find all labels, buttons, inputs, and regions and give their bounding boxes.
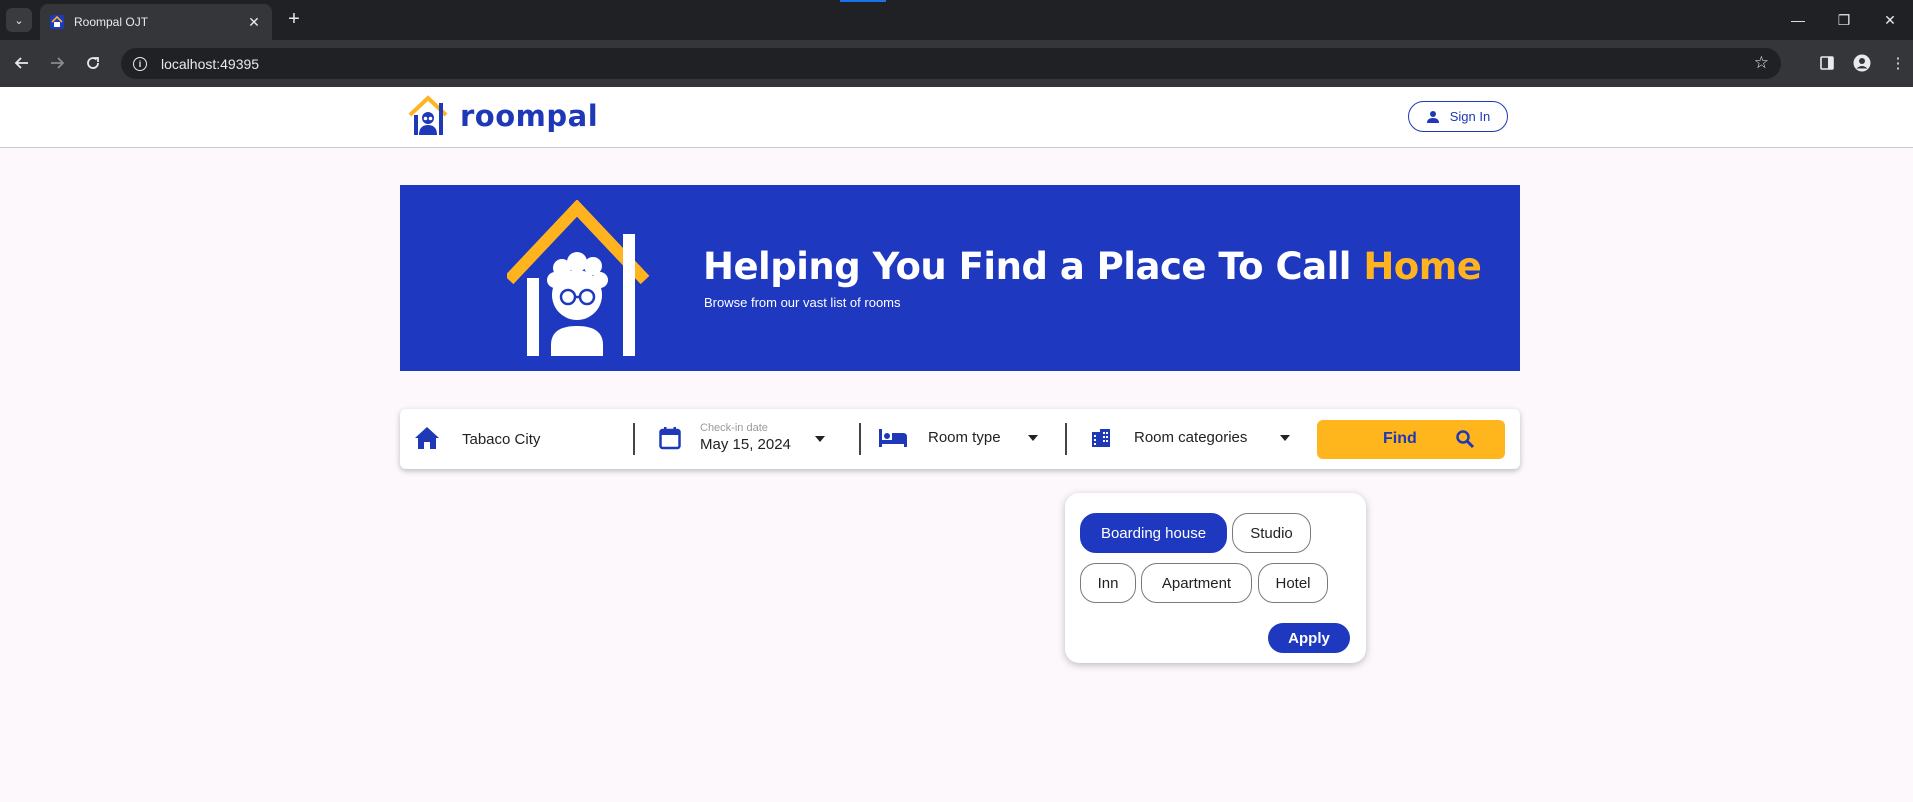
- sign-in-button[interactable]: Sign In: [1408, 101, 1508, 132]
- tab-search-button[interactable]: ⌄: [6, 8, 32, 32]
- address-bar[interactable]: i localhost:49395 ☆: [121, 48, 1781, 79]
- tab-close-icon[interactable]: ✕: [246, 14, 262, 31]
- category-chip-inn[interactable]: Inn: [1080, 563, 1136, 603]
- find-button[interactable]: Find: [1317, 420, 1505, 459]
- browser-tab[interactable]: Roompal OJT ✕: [40, 4, 272, 40]
- checkin-label: Check-in date: [700, 422, 768, 434]
- find-label: Find: [1383, 430, 1417, 447]
- search-divider: [1065, 423, 1067, 455]
- profile-icon[interactable]: [1850, 51, 1874, 75]
- search-divider: [859, 423, 861, 455]
- new-tab-button[interactable]: +: [282, 8, 306, 32]
- category-chip-boarding-house[interactable]: Boarding house: [1080, 513, 1227, 553]
- tab-strip-accent: [840, 0, 886, 2]
- room-categories-popup: Boarding house Studio Inn Apartment Hote…: [1065, 493, 1366, 663]
- side-panel-icon[interactable]: [1815, 51, 1839, 75]
- roompal-logo-icon: [408, 95, 448, 135]
- roompal-logo[interactable]: roompal: [408, 95, 598, 137]
- room-type-dropdown-caret[interactable]: [1028, 435, 1038, 441]
- restore-icon[interactable]: ❐: [1821, 0, 1867, 40]
- hero-subheading: Browse from our vast list of rooms: [704, 295, 901, 310]
- category-chip-studio[interactable]: Studio: [1232, 513, 1311, 553]
- minimize-icon[interactable]: —: [1775, 0, 1821, 40]
- hero-heading: Helping You Find a Place To Call Home: [703, 245, 1482, 288]
- site-header: roompal Sign In: [0, 87, 1913, 148]
- location-input[interactable]: Tabaco City: [462, 431, 540, 448]
- browser-menu-icon[interactable]: ⋮: [1886, 51, 1910, 75]
- room-categories-select[interactable]: Room categories: [1134, 429, 1247, 446]
- room-type-select[interactable]: Room type: [928, 429, 1001, 446]
- checkin-dropdown-caret[interactable]: [815, 436, 825, 442]
- back-icon[interactable]: [10, 51, 34, 75]
- category-chip-hotel[interactable]: Hotel: [1258, 563, 1328, 603]
- logo-text: roompal: [460, 99, 599, 133]
- hero-heading-main: Helping You Find a Place To Call: [703, 245, 1364, 288]
- apply-button[interactable]: Apply: [1268, 623, 1350, 653]
- tab-title: Roompal OJT: [74, 15, 149, 29]
- bed-icon: [879, 429, 907, 447]
- sign-in-label: Sign In: [1449, 109, 1491, 124]
- search-divider: [633, 423, 635, 455]
- house-mascot-icon: [507, 200, 650, 356]
- room-categories-dropdown-caret[interactable]: [1280, 435, 1290, 441]
- checkin-date-field[interactable]: May 15, 2024: [700, 436, 791, 453]
- roompal-favicon-icon: [50, 15, 64, 29]
- reload-icon[interactable]: [81, 51, 105, 75]
- url-text: localhost:49395: [161, 55, 260, 72]
- person-icon: [1426, 110, 1439, 123]
- site-info-icon[interactable]: i: [133, 56, 147, 71]
- apartment-building-icon: [1092, 429, 1110, 447]
- forward-icon[interactable]: [45, 51, 69, 75]
- window-controls: — ❐ ✕: [1775, 0, 1913, 40]
- browser-toolbar: i localhost:49395 ☆ ⋮: [0, 40, 1913, 87]
- home-icon: [415, 427, 439, 449]
- browser-tab-strip: ⌄ Roompal OJT ✕ + — ❐ ✕: [0, 0, 1913, 40]
- bookmark-star-icon[interactable]: ☆: [1754, 53, 1769, 73]
- close-window-icon[interactable]: ✕: [1867, 0, 1913, 40]
- category-chip-apartment[interactable]: Apartment: [1141, 563, 1252, 603]
- calendar-icon: [659, 427, 681, 450]
- hero-banner: Helping You Find a Place To Call Home Br…: [400, 185, 1520, 371]
- search-icon: [1456, 430, 1475, 449]
- search-bar: Tabaco City Check-in date May 15, 2024 R…: [400, 409, 1520, 469]
- hero-heading-accent: Home: [1363, 245, 1482, 288]
